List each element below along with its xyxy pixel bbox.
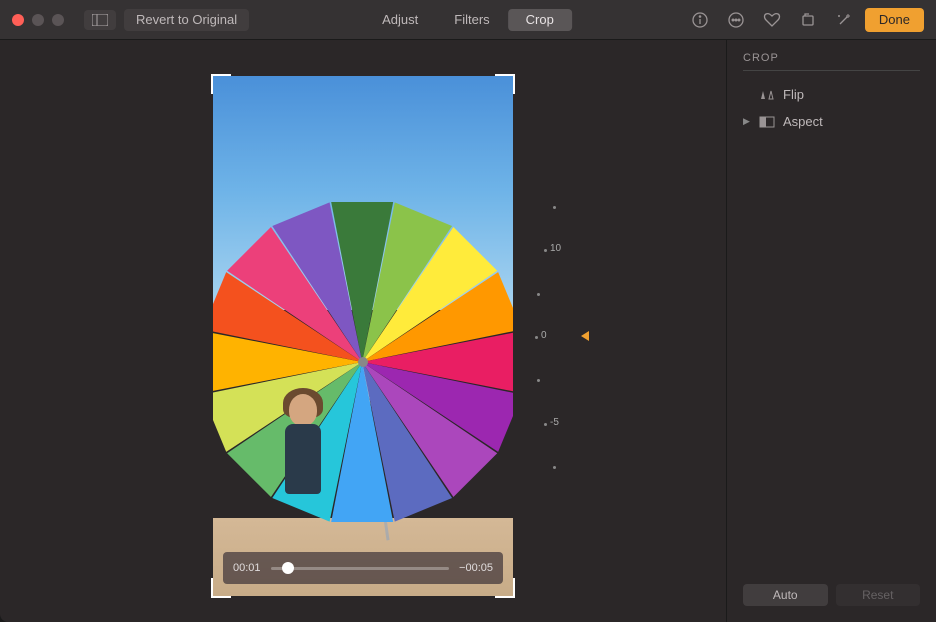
- auto-button[interactable]: Auto: [743, 584, 828, 606]
- rotate-button[interactable]: [793, 8, 823, 32]
- window-controls: [12, 14, 64, 26]
- revert-button[interactable]: Revert to Original: [124, 9, 249, 31]
- sidebar-item-flip[interactable]: Flip: [743, 81, 920, 108]
- chevron-right-icon: ▶: [743, 116, 751, 127]
- sidebar-icon: [92, 14, 108, 26]
- minimize-window-button[interactable]: [32, 14, 44, 26]
- favorite-button[interactable]: [757, 8, 787, 32]
- sidebar-toggle-button[interactable]: [84, 10, 116, 30]
- scrub-track[interactable]: [271, 567, 450, 570]
- photo-umbrella: [213, 180, 513, 544]
- info-button[interactable]: [685, 8, 715, 32]
- video-scrubber[interactable]: 00:01 −00:05: [223, 552, 503, 584]
- wand-icon: [835, 11, 853, 29]
- more-button[interactable]: [721, 8, 751, 32]
- tab-filters[interactable]: Filters: [436, 9, 507, 31]
- dial-indicator-icon: [581, 331, 589, 341]
- crop-frame[interactable]: 00:01 −00:05 100-5: [213, 76, 513, 596]
- sidebar-item-label: Flip: [783, 87, 804, 102]
- edit-mode-tabs: Adjust Filters Crop: [364, 9, 572, 31]
- reset-button[interactable]: Reset: [836, 584, 921, 606]
- close-window-button[interactable]: [12, 14, 24, 26]
- crop-handle-br[interactable]: [495, 578, 515, 598]
- right-sidebar: CROP Flip ▶ Aspect Auto Reset: [726, 40, 936, 622]
- canvas-area: 00:01 −00:05 100-5: [0, 40, 726, 622]
- rotation-dial[interactable]: 100-5: [523, 206, 583, 466]
- toolbar-right-tools: Done: [685, 8, 924, 32]
- sidebar-item-aspect[interactable]: ▶ Aspect: [743, 108, 920, 135]
- rotate-icon: [799, 11, 817, 29]
- elapsed-time: 00:01: [233, 562, 261, 574]
- crop-handle-tl[interactable]: [211, 74, 231, 94]
- info-icon: [691, 11, 709, 29]
- toolbar: Revert to Original Adjust Filters Crop: [0, 0, 936, 40]
- sidebar-title: CROP: [743, 52, 920, 71]
- maximize-window-button[interactable]: [52, 14, 64, 26]
- ellipsis-icon: [727, 11, 745, 29]
- crop-handle-bl[interactable]: [211, 578, 231, 598]
- heart-icon: [763, 11, 781, 29]
- app-window: Revert to Original Adjust Filters Crop: [0, 0, 936, 622]
- remaining-time: −00:05: [459, 562, 493, 574]
- auto-enhance-button[interactable]: [829, 8, 859, 32]
- photo-person: [273, 394, 333, 534]
- done-button[interactable]: Done: [865, 8, 924, 32]
- tab-crop[interactable]: Crop: [508, 9, 572, 31]
- crop-handle-tr[interactable]: [495, 74, 515, 94]
- tab-adjust[interactable]: Adjust: [364, 9, 436, 31]
- aspect-icon: [759, 115, 775, 129]
- photo-preview: 00:01 −00:05: [213, 76, 513, 596]
- sidebar-footer: Auto Reset: [743, 584, 920, 610]
- sidebar-item-label: Aspect: [783, 114, 823, 129]
- scrub-thumb[interactable]: [282, 562, 294, 574]
- flip-icon: [759, 88, 775, 102]
- content-area: 00:01 −00:05 100-5 CROP: [0, 40, 936, 622]
